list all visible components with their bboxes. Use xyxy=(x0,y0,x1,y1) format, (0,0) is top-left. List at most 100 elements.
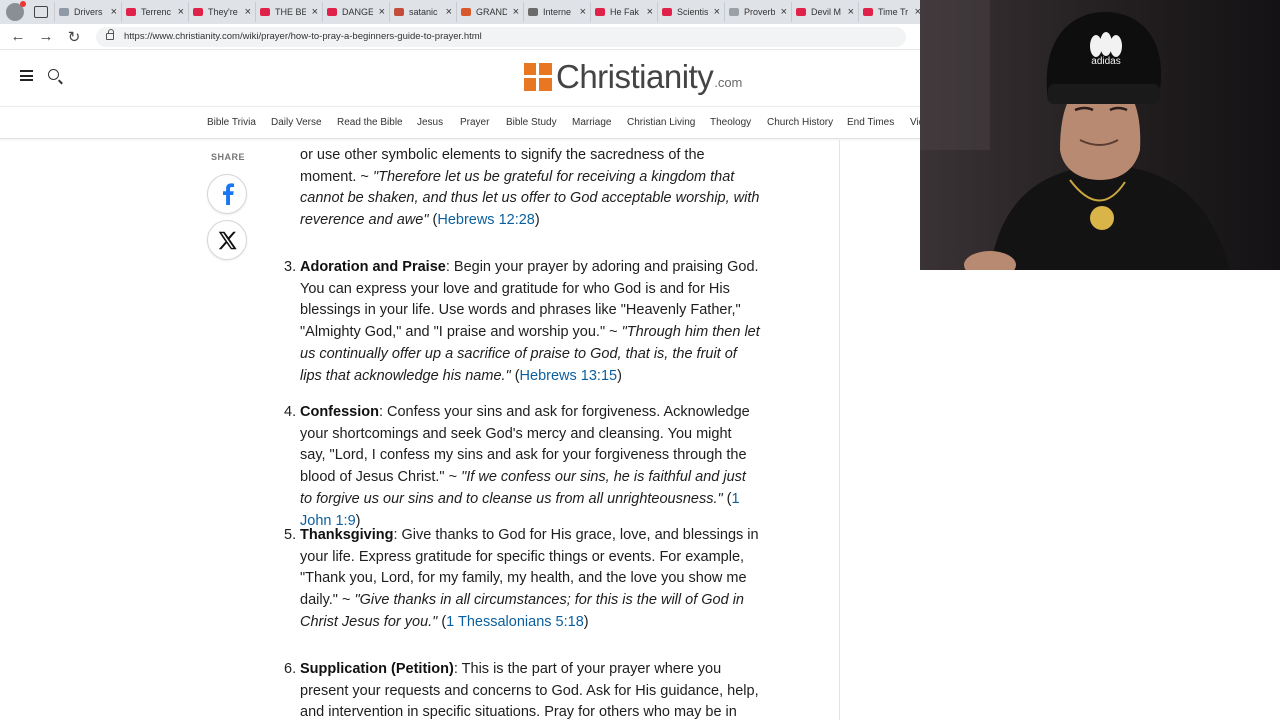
sidebar-divider xyxy=(839,140,840,720)
nav-prayer[interactable]: Prayer xyxy=(460,117,489,128)
tab-title: DANGE xyxy=(342,7,373,17)
tab-title: Scientis xyxy=(677,7,708,17)
browser-tab[interactable]: Time Tr × xyxy=(858,2,920,22)
item-2-ref-link[interactable]: Hebrews 12:28 xyxy=(437,212,535,228)
address-bar[interactable]: https://www.christianity.com/wiki/prayer… xyxy=(96,26,906,47)
tab-close-icon[interactable]: × xyxy=(647,6,653,18)
logo-tld: .com xyxy=(714,75,743,90)
adidas-logo xyxy=(1090,32,1122,57)
webcam-overlay: adidas xyxy=(920,0,1280,270)
tab-close-icon[interactable]: × xyxy=(513,6,519,18)
tab-title: Terrenc xyxy=(141,7,172,17)
item-number: 4. xyxy=(284,404,297,420)
tab-title: Drivers xyxy=(74,7,103,17)
item-ref-link[interactable]: Hebrews 13:15 xyxy=(520,368,618,384)
browser-tab[interactable]: They're × xyxy=(188,2,255,22)
tab-title: THE BE xyxy=(275,7,306,17)
tab-title: Proverb xyxy=(744,7,775,17)
nav-read-the-bible[interactable]: Read the Bible xyxy=(337,117,403,128)
tab-title: satanic xyxy=(409,7,438,17)
item-title: Thanksgiving xyxy=(300,527,394,543)
x-share-button[interactable] xyxy=(207,220,247,260)
tab-close-icon[interactable]: × xyxy=(379,6,385,18)
tab-close-icon[interactable]: × xyxy=(580,6,586,18)
tab-list: Drivers × Terrenc × They're × THE BE × DANGE × sat… xyxy=(54,2,920,22)
nav-theology[interactable]: Theology xyxy=(710,117,751,128)
facebook-icon xyxy=(223,183,234,205)
tab-favicon-icon xyxy=(59,8,69,16)
browser-tab[interactable]: Terrenc × xyxy=(121,2,188,22)
tab-close-icon[interactable]: × xyxy=(848,6,854,18)
list-item-4: 4. Confession: Confess your sins and ask… xyxy=(284,404,750,529)
tab-close-icon[interactable]: × xyxy=(781,6,787,18)
tab-actions-icon[interactable] xyxy=(34,6,48,18)
nav-daily-verse[interactable]: Daily Verse xyxy=(271,117,322,128)
empty-right-panel xyxy=(920,270,1280,720)
browser-tab[interactable]: Proverb × xyxy=(724,2,791,22)
site-header: Christianity .com xyxy=(0,50,920,106)
browser-tab[interactable]: DANGE × xyxy=(322,2,389,22)
tab-favicon-icon xyxy=(327,8,337,16)
nav-jesus[interactable]: Jesus xyxy=(417,117,443,128)
tab-close-icon[interactable]: × xyxy=(111,6,117,18)
tab-close-icon[interactable]: × xyxy=(446,6,452,18)
nav-church-history[interactable]: Church History xyxy=(767,117,833,128)
site-nav: Bible Trivia Daily Verse Read the Bible … xyxy=(0,106,920,139)
item-number: 6. xyxy=(284,661,297,677)
browser-tab[interactable]: Interne × xyxy=(523,2,590,22)
tab-close-icon[interactable]: × xyxy=(245,6,251,18)
list-item-6: 6. Supplication (Petition): This is the … xyxy=(284,659,760,720)
search-icon[interactable] xyxy=(48,69,59,80)
browser-tab[interactable]: Devil M × xyxy=(791,2,858,22)
item-title: Confession xyxy=(300,404,379,420)
tab-title: Time Tr xyxy=(878,7,909,17)
item-ref-link[interactable]: 1 Thessalonians 5:18 xyxy=(446,614,584,630)
browser-tab[interactable]: THE BE × xyxy=(255,2,322,22)
tab-favicon-icon xyxy=(126,8,136,16)
tab-title: Devil M xyxy=(811,7,842,17)
tab-close-icon[interactable]: × xyxy=(714,6,720,18)
tab-favicon-icon xyxy=(662,8,672,16)
site-logo[interactable]: Christianity .com xyxy=(524,59,742,95)
tab-title: Interne xyxy=(543,7,572,17)
tab-close-icon[interactable]: × xyxy=(312,6,318,18)
nav-videos[interactable]: Vid xyxy=(910,117,920,128)
tab-title: GRAND xyxy=(476,7,507,17)
browser-tab[interactable]: Scientis × xyxy=(657,2,724,22)
tab-favicon-icon xyxy=(260,8,270,16)
browser-tab[interactable]: GRAND × xyxy=(456,2,523,22)
share-rail: SHARE xyxy=(207,152,249,260)
list-item-5: 5. Thanksgiving: Give thanks to God for … xyxy=(284,527,759,630)
item-title: Adoration and Praise xyxy=(300,259,446,275)
tab-favicon-icon xyxy=(595,8,605,16)
tab-favicon-icon xyxy=(394,8,404,16)
tab-title: They're xyxy=(208,7,238,17)
url-text: https://www.christianity.com/wiki/prayer… xyxy=(124,31,482,42)
back-icon[interactable]: ← xyxy=(4,28,32,45)
browser-tab-strip: Drivers × Terrenc × They're × THE BE × DANGE × sat… xyxy=(0,0,920,24)
cross-logo-icon xyxy=(524,63,552,91)
nav-end-times[interactable]: End Times xyxy=(847,117,894,128)
tab-favicon-icon xyxy=(729,8,739,16)
tab-favicon-icon xyxy=(461,8,471,16)
profile-avatar[interactable] xyxy=(6,1,26,21)
tab-favicon-icon xyxy=(528,8,538,16)
browser-tab[interactable]: Drivers × xyxy=(54,2,121,22)
browser-tab[interactable]: He Fak × xyxy=(590,2,657,22)
lock-icon[interactable] xyxy=(106,29,114,40)
nav-marriage[interactable]: Marriage xyxy=(572,117,611,128)
browser-tab[interactable]: satanic × xyxy=(389,2,456,22)
tab-favicon-icon xyxy=(863,8,873,16)
tab-favicon-icon xyxy=(796,8,806,16)
facebook-share-button[interactable] xyxy=(207,174,247,214)
item-number: 5. xyxy=(284,527,297,543)
nav-bible-study[interactable]: Bible Study xyxy=(506,117,557,128)
menu-icon[interactable] xyxy=(20,70,33,81)
tab-close-icon[interactable]: × xyxy=(178,6,184,18)
reload-icon[interactable]: ↻ xyxy=(60,28,88,46)
share-label: SHARE xyxy=(210,152,245,162)
item-title: Supplication (Petition) xyxy=(300,661,454,677)
nav-bible-trivia[interactable]: Bible Trivia xyxy=(207,117,256,128)
nav-christian-living[interactable]: Christian Living xyxy=(627,117,695,128)
forward-icon[interactable]: → xyxy=(32,28,60,45)
